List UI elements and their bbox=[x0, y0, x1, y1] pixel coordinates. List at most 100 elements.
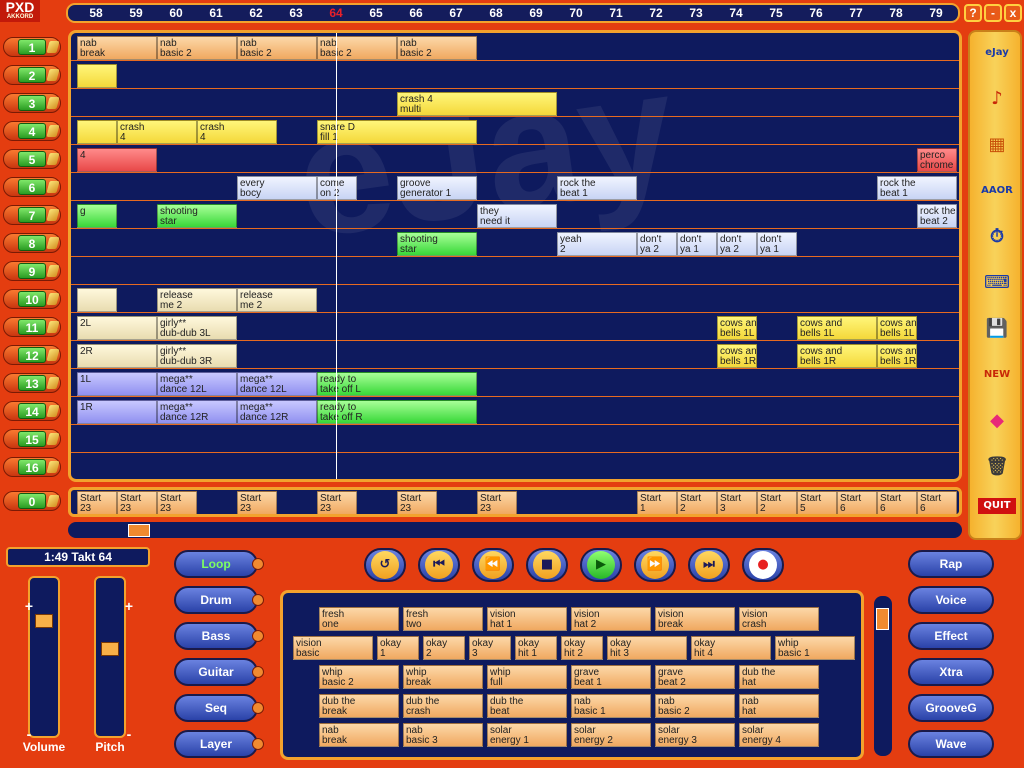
close-button[interactable]: x bbox=[1004, 4, 1022, 22]
start-marker[interactable]: Start 23 bbox=[397, 491, 437, 514]
loop-block[interactable]: nab basic 2 bbox=[157, 36, 237, 60]
start-marker[interactable]: Start 23 bbox=[117, 491, 157, 514]
loop-button[interactable]: ↺ bbox=[364, 548, 406, 582]
loop-block[interactable]: cows and bells 1L bbox=[797, 316, 877, 340]
aaor-icon[interactable]: AAOR bbox=[978, 176, 1016, 206]
loop-block[interactable]: 1L bbox=[77, 372, 157, 396]
loop-block[interactable]: rock the beat 1 bbox=[557, 176, 637, 200]
start-marker[interactable]: Start 2 bbox=[677, 491, 717, 514]
sample-item[interactable]: dub the hat bbox=[739, 665, 819, 689]
sample-item[interactable]: vision crash bbox=[739, 607, 819, 631]
loop-block[interactable]: 1R bbox=[77, 400, 157, 424]
keyboard-icon[interactable]: ⌨ bbox=[978, 268, 1016, 298]
track-3-button[interactable]: 3 bbox=[3, 93, 61, 113]
loop-block[interactable]: 2L bbox=[77, 316, 157, 340]
minimize-button[interactable]: - bbox=[984, 4, 1002, 22]
track-5-button[interactable]: 5 bbox=[3, 149, 61, 169]
loop-block[interactable]: mega** dance 12R bbox=[157, 400, 237, 424]
sample-item[interactable]: whip basic 2 bbox=[319, 665, 399, 689]
category-seq-button[interactable]: Seq bbox=[174, 694, 264, 722]
loop-block[interactable]: shooting star bbox=[157, 204, 237, 228]
quit-button[interactable]: QUIT bbox=[978, 498, 1016, 514]
sample-item[interactable]: whip basic 1 bbox=[775, 636, 855, 660]
track-16-button[interactable]: 16 bbox=[3, 457, 61, 477]
sample-item[interactable]: solar energy 3 bbox=[655, 723, 735, 747]
sample-item[interactable]: fresh two bbox=[403, 607, 483, 631]
loop-block[interactable]: shooting star bbox=[397, 232, 477, 256]
track-13-button[interactable]: 13 bbox=[3, 373, 61, 393]
category-grooveg-button[interactable]: GrooveG bbox=[908, 694, 994, 722]
loop-block[interactable]: snare D fill 1 bbox=[317, 120, 477, 144]
sample-item[interactable]: okay 2 bbox=[423, 636, 465, 660]
sample-item[interactable]: nab basic 3 bbox=[403, 723, 483, 747]
loop-block[interactable]: release me 2 bbox=[237, 288, 317, 312]
loop-block[interactable]: don't ya 2 bbox=[637, 232, 677, 256]
rewind-to-start-button[interactable]: ⏮ bbox=[418, 548, 460, 582]
loop-block[interactable]: 2R bbox=[77, 344, 157, 368]
sample-item[interactable]: grave beat 2 bbox=[655, 665, 735, 689]
sample-scroll-thumb[interactable] bbox=[876, 608, 889, 630]
start-marker[interactable]: Start 23 bbox=[317, 491, 357, 514]
sample-item[interactable]: fresh one bbox=[319, 607, 399, 631]
category-guitar-button[interactable]: Guitar bbox=[174, 658, 264, 686]
sample-item[interactable]: nab basic 2 bbox=[655, 694, 735, 718]
skip-to-end-button[interactable]: ⏭ bbox=[688, 548, 730, 582]
start-marker[interactable]: Start 23 bbox=[77, 491, 117, 514]
track-0-button[interactable]: 0 bbox=[3, 491, 61, 511]
loop-block[interactable]: rock the beat 2 bbox=[917, 204, 957, 228]
track-12-button[interactable]: 12 bbox=[3, 345, 61, 365]
loop-block[interactable]: mega** dance 12L bbox=[157, 372, 237, 396]
track-1-button[interactable]: 1 bbox=[3, 37, 61, 57]
stopwatch-icon[interactable]: ⏱ bbox=[978, 222, 1016, 252]
sample-item[interactable]: okay hit 1 bbox=[515, 636, 557, 660]
sample-item[interactable]: nab break bbox=[319, 723, 399, 747]
loop-block[interactable]: don't ya 1 bbox=[677, 232, 717, 256]
help-button[interactable]: ? bbox=[964, 4, 982, 22]
start-marker[interactable]: Start 6 bbox=[917, 491, 957, 514]
loop-block[interactable]: crash 4 multi bbox=[397, 92, 557, 116]
start-marker[interactable]: Start 2 bbox=[757, 491, 797, 514]
loop-block[interactable]: girly** dub-dub 3R bbox=[157, 344, 237, 368]
loop-block[interactable]: crash 4 bbox=[197, 120, 277, 144]
sample-item[interactable]: dub the crash bbox=[403, 694, 483, 718]
sample-item[interactable]: dub the beat bbox=[487, 694, 567, 718]
loop-block[interactable]: every bocy bbox=[237, 176, 317, 200]
sample-item[interactable]: vision break bbox=[655, 607, 735, 631]
category-drum-button[interactable]: Drum bbox=[174, 586, 264, 614]
track-6-button[interactable]: 6 bbox=[3, 177, 61, 197]
sample-scrollbar[interactable] bbox=[874, 596, 892, 756]
track-15-button[interactable]: 15 bbox=[3, 429, 61, 449]
track-2-button[interactable]: 2 bbox=[3, 65, 61, 85]
loop-block[interactable]: yeah 2 bbox=[557, 232, 637, 256]
sample-item[interactable]: nab hat bbox=[739, 694, 819, 718]
loop-block[interactable]: nab basic 2 bbox=[317, 36, 397, 60]
loop-block[interactable]: cows and bells 1L bbox=[877, 316, 917, 340]
loop-block[interactable]: nab break bbox=[77, 36, 157, 60]
loop-block[interactable]: cows and bells 1R bbox=[877, 344, 917, 368]
horizontal-scrollbar[interactable] bbox=[68, 522, 962, 538]
sample-item[interactable]: whip break bbox=[403, 665, 483, 689]
record-button[interactable]: ● bbox=[742, 548, 784, 582]
start-marker[interactable]: Start 5 bbox=[797, 491, 837, 514]
sample-item[interactable]: vision hat 1 bbox=[487, 607, 567, 631]
loop-block[interactable]: perco chrome bbox=[917, 148, 957, 172]
sample-item[interactable]: okay 3 bbox=[469, 636, 511, 660]
playback-cursor[interactable] bbox=[336, 33, 337, 479]
start-marker[interactable]: Start 23 bbox=[157, 491, 197, 514]
track-11-button[interactable]: 11 bbox=[3, 317, 61, 337]
eraser-icon[interactable]: ◆ bbox=[978, 406, 1016, 436]
sample-item[interactable]: okay 1 bbox=[377, 636, 419, 660]
category-wave-button[interactable]: Wave bbox=[908, 730, 994, 758]
loop-block[interactable]: cows and bells 1L bbox=[717, 316, 757, 340]
start-marker[interactable]: Start 1 bbox=[637, 491, 677, 514]
loop-block[interactable]: g bbox=[77, 204, 117, 228]
sample-item[interactable]: whip full bbox=[487, 665, 567, 689]
sample-item[interactable]: dub the break bbox=[319, 694, 399, 718]
sample-item[interactable]: vision basic bbox=[293, 636, 373, 660]
grid-icon[interactable]: ▦ bbox=[978, 130, 1016, 160]
loop-block[interactable]: groove generator 1 bbox=[397, 176, 477, 200]
loop-block[interactable]: don't ya 1 bbox=[757, 232, 797, 256]
category-layer-button[interactable]: Layer bbox=[174, 730, 264, 758]
save-disk-icon[interactable]: 💾 bbox=[978, 314, 1016, 344]
loop-block[interactable]: come on 2 bbox=[317, 176, 357, 200]
